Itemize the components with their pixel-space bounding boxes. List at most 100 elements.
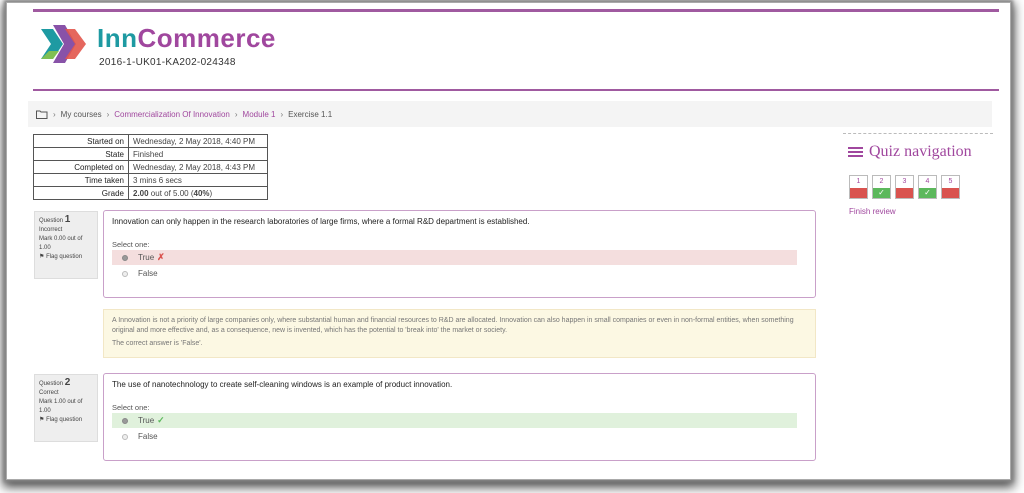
option-label: True: [138, 253, 155, 262]
question-text: Innovation can only happen in the resear…: [112, 217, 530, 226]
grade-close: ): [209, 188, 213, 198]
question-number: Question 2: [39, 378, 93, 389]
feedback-text: A Innovation is not a priority of large …: [112, 317, 794, 334]
question-num: 2: [64, 377, 71, 388]
nav-button-number: 1: [856, 178, 861, 185]
select-one-label: Select one:: [112, 240, 150, 249]
quiz-nav-divider: [843, 133, 993, 134]
summary-label: State: [33, 147, 129, 161]
finish-review-link[interactable]: Finish review: [849, 207, 896, 216]
brand-name: InnCommerce: [97, 23, 276, 54]
site-logo[interactable]: InnCommerce 2016-1-UK01-KA202-024348: [33, 17, 433, 77]
incorrect-marker: [850, 188, 867, 198]
grade-score: 2.00: [133, 188, 149, 198]
question-info: Question 2 Correct Mark 1.00 out of 1.00…: [34, 374, 98, 442]
quiz-nav-button-4[interactable]: 4 ✓: [918, 175, 937, 199]
flag-question[interactable]: ⚑ Flag question: [39, 416, 93, 425]
question-info: Question 1 Incorrect Mark 0.00 out of 1.…: [34, 211, 98, 279]
check-icon: ✓: [919, 188, 936, 198]
quiz-navigation-heading: Quiz navigation: [848, 143, 972, 161]
summary-value: Wednesday, 2 May 2018, 4:43 PM: [128, 160, 268, 174]
check-icon: ✓: [873, 188, 890, 198]
correct-answer-text: The correct answer is 'False'.: [112, 340, 203, 347]
flag-icon: ⚑: [39, 417, 45, 423]
summary-label: Time taken: [33, 173, 129, 187]
breadcrumb-separator: ›: [53, 109, 56, 119]
breadcrumb-my-courses[interactable]: My courses: [61, 110, 102, 119]
nav-button-number: 3: [902, 178, 907, 185]
brand-inn: Inn: [97, 23, 138, 53]
summary-value: Finished: [128, 147, 268, 161]
quiz-nav-buttons: 1 2 ✓ 3 4 ✓ 5: [849, 175, 960, 199]
question-box: Innovation can only happen in the resear…: [103, 210, 816, 298]
summary-value: 3 mins 6 secs: [128, 173, 268, 187]
breadcrumb-course[interactable]: Commercialization Of Innovation: [114, 110, 230, 119]
summary-row: State Finished: [33, 147, 268, 161]
folder-icon[interactable]: [36, 110, 48, 119]
option-label: True: [138, 416, 155, 425]
radio-button-selected[interactable]: [122, 254, 128, 261]
breadcrumb-module[interactable]: Module 1: [243, 110, 276, 119]
summary-label: Completed on: [33, 160, 129, 174]
breadcrumb-current: Exercise 1.1: [288, 109, 333, 119]
answer-option-false[interactable]: False: [112, 266, 797, 281]
quiz-nav-button-3[interactable]: 3: [895, 175, 914, 199]
question-num: 1: [64, 214, 71, 225]
summary-label: Started on: [33, 134, 129, 148]
summary-label: Grade: [33, 186, 129, 200]
summary-row: Grade 2.00 out of 5.00 (40%): [33, 186, 268, 200]
radio-button[interactable]: [122, 433, 128, 440]
summary-value: Wednesday, 2 May 2018, 4:40 PM: [128, 134, 268, 148]
option-label: False: [138, 432, 158, 441]
nav-button-number: 5: [948, 178, 953, 185]
flag-label: Flag question: [46, 417, 83, 423]
flag-icon: ⚑: [39, 254, 45, 260]
quiz-nav-button-5[interactable]: 5: [941, 175, 960, 199]
nav-button-number: 4: [925, 178, 930, 185]
attempt-summary-table: Started on Wednesday, 2 May 2018, 4:40 P…: [33, 134, 268, 200]
question-prefix: Question: [39, 381, 64, 387]
menu-icon: [848, 145, 863, 159]
correct-icon: ✓: [157, 415, 165, 425]
quiz-navigation-title: Quiz navigation: [869, 143, 972, 160]
grade-value: 2.00 out of 5.00 (40%): [128, 186, 268, 200]
incorrect-icon: ✗: [157, 252, 165, 262]
radio-button[interactable]: [122, 270, 128, 277]
brand-commerce: Commerce: [137, 23, 276, 53]
breadcrumb-separator: ›: [280, 109, 284, 119]
question-text: The use of nanotechnology to create self…: [112, 380, 453, 389]
question-mark: Mark 0.00 out of 1.00: [39, 236, 83, 251]
flag-label: Flag question: [46, 254, 83, 260]
option-label: False: [138, 269, 158, 278]
radio-button-selected[interactable]: [122, 417, 128, 424]
header-divider: [33, 89, 999, 91]
question-feedback: A Innovation is not a priority of large …: [103, 309, 816, 358]
grade-percent: 40%: [193, 188, 210, 198]
flag-question[interactable]: ⚑ Flag question: [39, 253, 93, 262]
question-status: Correct: [39, 390, 59, 396]
logo-arrows-icon: [41, 25, 86, 63]
summary-row: Completed on Wednesday, 2 May 2018, 4:43…: [33, 160, 268, 174]
select-one-label: Select one:: [112, 403, 150, 412]
answer-option-false[interactable]: False: [112, 429, 797, 444]
summary-row: Time taken 3 mins 6 secs: [33, 173, 268, 187]
breadcrumb-separator: ›: [234, 109, 238, 119]
question-status: Incorrect: [39, 227, 63, 233]
breadcrumb: › My courses › Commercialization Of Inno…: [28, 101, 992, 127]
summary-row: Started on Wednesday, 2 May 2018, 4:40 P…: [33, 134, 268, 148]
question-number: Question 1: [39, 215, 93, 226]
quiz-nav-button-2[interactable]: 2 ✓: [872, 175, 891, 199]
question-mark: Mark 1.00 out of 1.00: [39, 399, 83, 414]
quiz-nav-button-1[interactable]: 1: [849, 175, 868, 199]
top-accent-bar: [33, 9, 999, 12]
answer-option-true[interactable]: True ✓: [112, 413, 797, 428]
answer-option-true[interactable]: True ✗: [112, 250, 797, 265]
question-box: The use of nanotechnology to create self…: [103, 373, 816, 461]
incorrect-marker: [942, 188, 959, 198]
nav-button-number: 2: [879, 178, 884, 185]
project-code: 2016-1-UK01-KA202-024348: [99, 57, 236, 68]
grade-out-of: out of 5.00 (: [148, 188, 194, 198]
incorrect-marker: [896, 188, 913, 198]
breadcrumb-separator: ›: [106, 109, 110, 119]
question-prefix: Question: [39, 218, 64, 224]
